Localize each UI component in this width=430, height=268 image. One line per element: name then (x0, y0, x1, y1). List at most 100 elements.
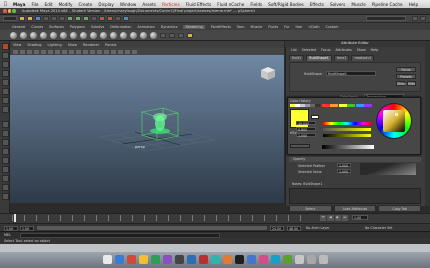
history-swatch[interactable] (364, 104, 373, 107)
history-icon[interactable] (91, 16, 97, 21)
menu-modify[interactable]: Modify (59, 2, 73, 7)
xray-icon[interactable] (125, 49, 130, 54)
terminal-icon[interactable] (174, 255, 184, 264)
notes-textarea[interactable] (289, 188, 421, 204)
panel-side-tabs[interactable] (425, 41, 430, 206)
smooth-shade-icon[interactable] (90, 49, 95, 54)
menu-pipeline-cache[interactable]: Pipeline Cache (372, 2, 403, 7)
snap-grid-icon[interactable] (67, 16, 73, 21)
shelf-tab-fur[interactable]: Fur (284, 25, 289, 29)
selected-value-field[interactable]: 1.000 (337, 169, 351, 174)
camera-select-icon[interactable] (13, 49, 18, 54)
trash-icon[interactable] (318, 255, 328, 264)
range-slider[interactable] (37, 226, 267, 230)
hue-field[interactable]: 49.000 (296, 121, 316, 126)
app-icon[interactable] (186, 255, 196, 264)
app-icon[interactable] (234, 255, 244, 264)
camera-attributes-icon[interactable] (20, 49, 25, 54)
step-back-icon[interactable]: ◀ (327, 215, 334, 221)
app-icon[interactable] (246, 255, 256, 264)
new-scene-icon[interactable] (19, 16, 25, 21)
select-object-icon[interactable] (51, 16, 57, 21)
scale-tool-icon[interactable] (1, 88, 9, 95)
menu-assets[interactable]: Assets (142, 2, 156, 7)
minimize-window-icon[interactable] (7, 9, 11, 13)
ipr-render-icon[interactable] (107, 16, 113, 21)
command-language-label[interactable]: MEL (4, 233, 11, 237)
anim-layer-dropdown[interactable]: No Anim Layer (306, 226, 329, 230)
layout-icon[interactable] (1, 148, 9, 155)
viewport-menu-view[interactable]: View (13, 43, 21, 47)
xray-joints-icon[interactable] (132, 49, 137, 54)
layout-icon[interactable] (1, 184, 9, 191)
history-swatch[interactable] (290, 104, 295, 107)
render-settings-icon[interactable] (115, 16, 121, 21)
playback-end-field[interactable]: 24.00 (270, 225, 284, 231)
app-icon[interactable] (126, 255, 136, 264)
shelf-tab-fluids[interactable]: Fluids (268, 25, 278, 29)
shelf-sphere-icon[interactable] (100, 31, 107, 39)
tab-fluid1[interactable]: fluid1 (289, 54, 305, 61)
render-icon[interactable] (99, 16, 105, 21)
layout-icon[interactable] (1, 157, 9, 164)
shelf-tab-rendering[interactable]: Rendering (183, 24, 205, 29)
grid-icon[interactable] (41, 49, 46, 54)
shelf-sphere-icon[interactable] (30, 31, 37, 39)
shelf-tab-dynamics[interactable]: Dynamics (161, 25, 178, 29)
four-view-icon[interactable] (1, 130, 9, 137)
single-view-icon[interactable] (1, 121, 9, 128)
shelf-sphere-icon[interactable] (140, 31, 147, 39)
history-swatch[interactable] (355, 104, 364, 107)
menu-muscle[interactable]: Muscle (351, 2, 366, 7)
manipulator-icon[interactable] (1, 97, 9, 104)
ae-menu-show[interactable]: Show (357, 48, 366, 52)
shelf-sphere-icon[interactable] (50, 31, 57, 39)
viewport-menu-panels[interactable]: Panels (105, 43, 116, 47)
opacity-section-header[interactable]: Opacity (289, 157, 421, 162)
history-swatch[interactable] (300, 104, 305, 107)
start-time-field[interactable]: 1.00 (4, 225, 18, 231)
close-window-icon[interactable] (3, 9, 7, 13)
rgb-mode-dropdown[interactable] (290, 144, 310, 148)
ae-menu-help[interactable]: Help (371, 48, 379, 52)
menu-window[interactable]: Window (120, 2, 137, 7)
history-swatch[interactable] (347, 104, 356, 107)
ae-menu-focus[interactable]: Focus (321, 48, 330, 52)
shelf-sphere-icon[interactable] (150, 31, 157, 39)
menu-fluid-effects[interactable]: Fluid Effects (186, 2, 212, 7)
value-slider[interactable] (323, 134, 371, 137)
bookmark-icon[interactable] (27, 49, 32, 54)
app-icon[interactable] (210, 255, 220, 264)
downloads-icon[interactable] (306, 255, 316, 264)
tab-time1[interactable]: time1 (333, 54, 350, 61)
tab-fluidshape1[interactable]: fluidShape1 (306, 54, 332, 61)
shelf-sphere-icon[interactable] (20, 31, 27, 39)
app-icon[interactable] (162, 255, 172, 264)
maya-icon[interactable] (270, 255, 280, 264)
history-swatch[interactable] (315, 104, 320, 107)
menu-edit[interactable]: Edit (44, 2, 52, 7)
select-hierarchy-icon[interactable] (43, 16, 49, 21)
apple-icon[interactable]:  (4, 1, 7, 7)
go-to-start-icon[interactable]: ⏮ (320, 215, 327, 221)
menu-display[interactable]: Display (98, 2, 113, 7)
safe-action-icon[interactable] (76, 49, 81, 54)
opacity-ramp-graph[interactable] (360, 163, 416, 175)
shelf-sphere-icon[interactable] (70, 31, 77, 39)
menu-app-name[interactable]: Maya (13, 2, 25, 7)
menu-fields[interactable]: Fields (250, 2, 262, 7)
value-field[interactable]: 1.000 (296, 133, 316, 138)
film-gate-icon[interactable] (48, 49, 53, 54)
select-component-icon[interactable] (59, 16, 65, 21)
viewport-menu-lighting[interactable]: Lighting (48, 43, 62, 47)
menu-soft-rigid[interactable]: Soft/Rigid Bodies (268, 2, 304, 7)
shelf-tab-surfaces[interactable]: Surfaces (49, 25, 64, 29)
shelf-camera-icon[interactable] (178, 32, 184, 38)
shelf-tab-animation[interactable]: Animation (137, 25, 154, 29)
shelf-tab-toon[interactable]: Toon (237, 25, 245, 29)
open-scene-icon[interactable] (27, 16, 33, 21)
shelf-tab-muscle[interactable]: Muscle (251, 25, 263, 29)
app-icon[interactable] (222, 255, 232, 264)
go-to-end-icon[interactable]: ⏭ (341, 215, 348, 221)
shelf-light-icon[interactable] (160, 32, 166, 38)
